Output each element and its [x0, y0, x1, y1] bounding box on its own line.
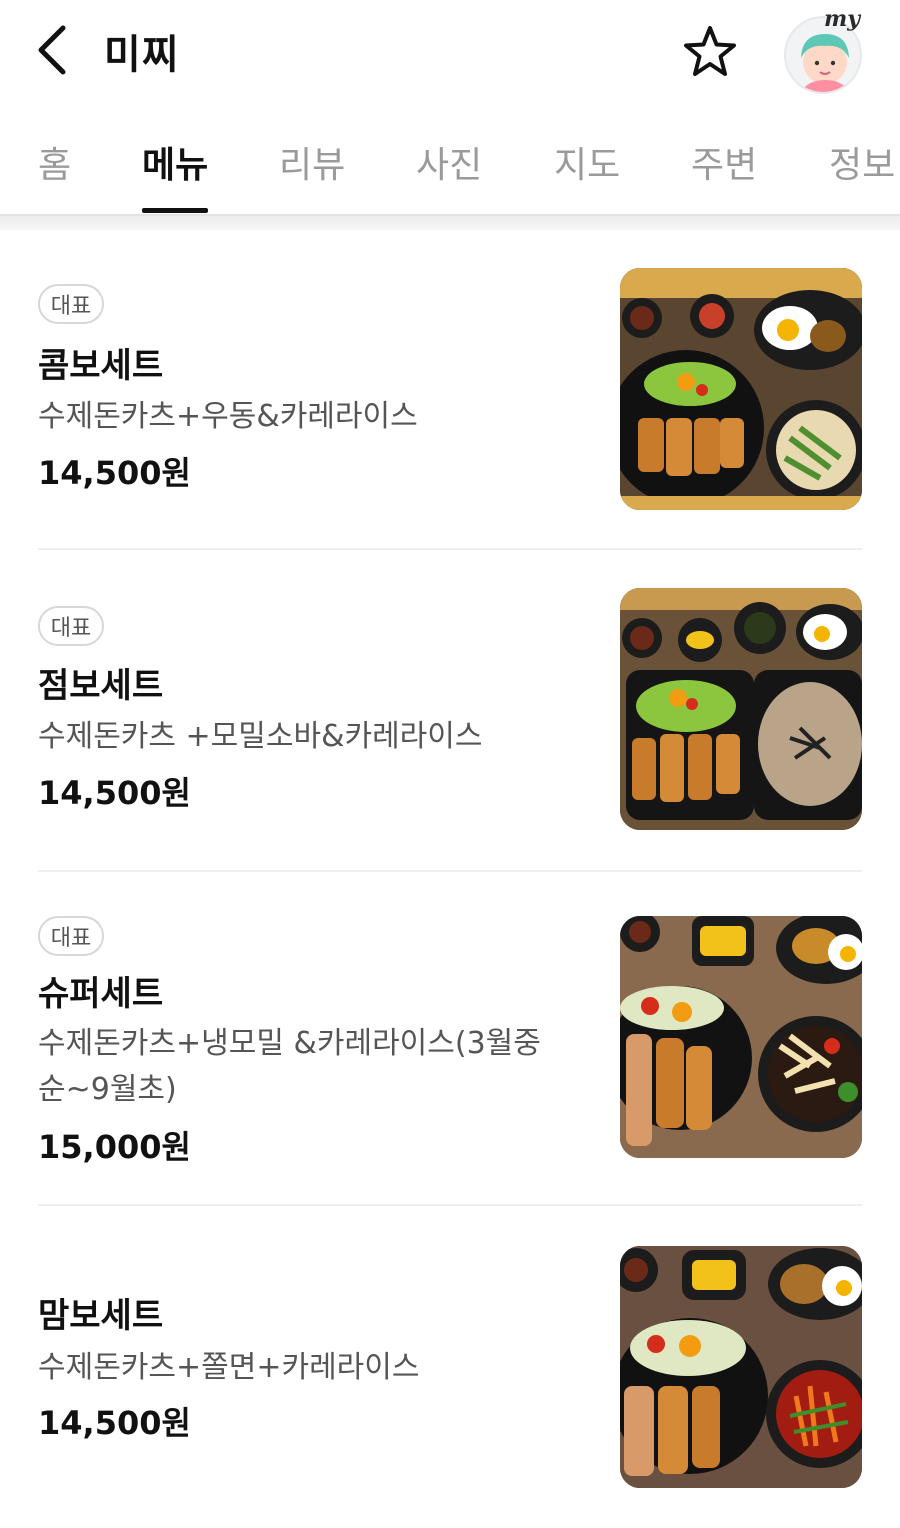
food-photo-image: [620, 1246, 862, 1488]
tab-photo[interactable]: 사진: [416, 136, 482, 188]
menu-item-description: 수제돈카츠+쫄면+카레라이스: [38, 1350, 420, 1385]
tab-map[interactable]: 지도: [554, 136, 620, 188]
tab-bar: 홈 메뉴 리뷰 사진 지도 주변 정보: [0, 118, 900, 216]
menu-item-description: 수제돈카츠+우동&카레라이스: [38, 399, 418, 434]
menu-item-price: 14,500원: [38, 774, 191, 812]
active-tab-indicator: [142, 208, 208, 213]
page-title: 미찌: [104, 32, 180, 78]
menu-item[interactable]: 대표 점보세트 수제돈카츠 +모밀소바&카레라이스 14,500원: [38, 588, 862, 832]
menu-item[interactable]: 대표 슈퍼세트 수제돈카츠+냉모밀 &카레라이스(3월중 순~9월초) 15,0…: [38, 916, 862, 1166]
chevron-left-icon: [38, 25, 66, 75]
food-photo-image: [620, 588, 862, 830]
tab-nearby[interactable]: 주변: [691, 136, 757, 188]
top-bar: 미찌 my: [0, 0, 900, 100]
menu-item-photo[interactable]: [620, 916, 862, 1158]
menu-item-price: 15,000원: [38, 1128, 191, 1166]
menu-item-price: 14,500원: [38, 1404, 191, 1442]
my-label: my: [824, 6, 861, 32]
food-photo-image: [620, 916, 862, 1158]
menu-item-name: 슈퍼세트: [38, 974, 164, 1014]
divider: [38, 870, 862, 872]
menu-item-photo[interactable]: [620, 268, 862, 510]
tab-shadow: [0, 216, 900, 230]
menu-item-photo[interactable]: [620, 1246, 862, 1488]
menu-item-name: 콤보세트: [38, 346, 164, 386]
divider: [38, 1204, 862, 1206]
menu-item[interactable]: 맘보세트 수제돈카츠+쫄면+카레라이스 14,500원: [38, 1246, 862, 1490]
divider: [38, 548, 862, 550]
tab-info[interactable]: 정보: [829, 136, 895, 188]
menu-item-price: 14,500원: [38, 454, 191, 492]
signature-badge: 대표: [38, 284, 104, 324]
menu-item-name: 맘보세트: [38, 1296, 164, 1336]
signature-badge: 대표: [38, 606, 104, 646]
menu-item[interactable]: 대표 콤보세트 수제돈카츠+우동&카레라이스 14,500원: [38, 268, 862, 512]
tab-menu[interactable]: 메뉴: [142, 136, 208, 188]
menu-item-description-line: 순~9월초): [38, 1072, 177, 1107]
favorite-button[interactable]: [678, 20, 742, 84]
menu-item-description: 수제돈카츠 +모밀소바&카레라이스: [38, 719, 483, 754]
star-outline-icon: [684, 26, 736, 76]
menu-item-description: 수제돈카츠+냉모밀 &카레라이스(3월중 순~9월초): [38, 1021, 578, 1113]
food-photo-image: [620, 268, 862, 510]
menu-item-name: 점보세트: [38, 666, 164, 706]
tab-review[interactable]: 리뷰: [279, 136, 345, 188]
back-button[interactable]: [30, 22, 74, 78]
menu-item-description-line: 수제돈카츠+냉모밀 &카레라이스(3월중: [38, 1026, 541, 1061]
menu-item-photo[interactable]: [620, 588, 862, 830]
my-page-button[interactable]: my: [782, 6, 866, 94]
tab-home[interactable]: 홈: [38, 136, 71, 188]
signature-badge: 대표: [38, 916, 104, 956]
